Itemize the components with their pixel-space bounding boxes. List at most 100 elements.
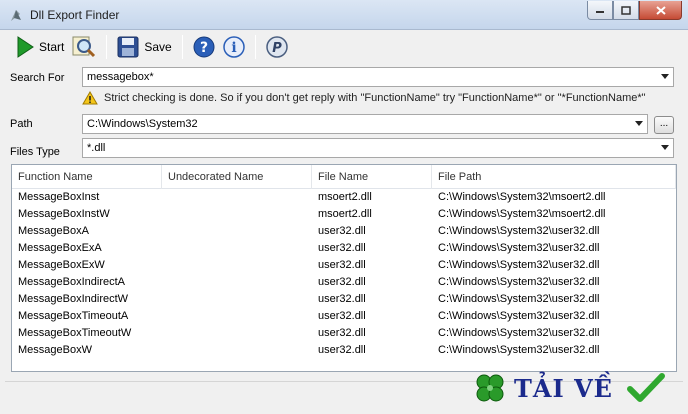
results-table[interactable]: Function Name Undecorated Name File Name… (11, 164, 677, 372)
clover-icon (476, 374, 504, 402)
close-button[interactable] (639, 1, 682, 20)
table-row[interactable]: MessageBoxExA user32.dll C:\Windows\Syst… (12, 240, 676, 257)
start-button[interactable]: Start (12, 33, 68, 61)
table-row[interactable]: MessageBoxA user32.dll C:\Windows\System… (12, 223, 676, 240)
window-title: Dll Export Finder (30, 8, 120, 22)
cell-file-name: msoert2.dll (318, 208, 372, 220)
cell-function-name: MessageBoxInst (18, 191, 100, 203)
play-icon (17, 36, 34, 58)
watermark-text: TẢI VỀ (514, 373, 613, 403)
table-row[interactable]: MessageBoxW user32.dll C:\Windows\System… (12, 342, 676, 359)
search-button[interactable] (68, 33, 100, 61)
table-row[interactable]: MessageBoxTimeoutA user32.dll C:\Windows… (12, 308, 676, 325)
cell-undecorated-name (162, 325, 312, 342)
save-button[interactable]: Save (113, 33, 175, 61)
cell-undecorated-name (162, 257, 312, 274)
cell-file-name: user32.dll (318, 259, 366, 271)
toolbar-separator (106, 35, 108, 59)
table-row[interactable]: MessageBoxTimeoutW user32.dll C:\Windows… (12, 325, 676, 342)
checkmark-icon (626, 373, 665, 402)
toolbar: Start Save ? i P (0, 30, 688, 64)
cell-function-name: MessageBoxIndirectA (18, 276, 125, 288)
table-header: Function Name Undecorated Name File Name… (12, 165, 676, 189)
info-icon: i (222, 36, 245, 58)
column-header-file-name[interactable]: File Name (312, 165, 432, 189)
cell-file-path: C:\Windows\System32\user32.dll (438, 259, 600, 271)
cell-file-path: C:\Windows\System32\user32.dll (438, 310, 600, 322)
path-value: C:\Windows\System32 (87, 118, 198, 130)
warning-text: Strict checking is done. So if you don't… (104, 92, 646, 104)
path-input[interactable]: C:\Windows\System32 (82, 114, 648, 134)
cell-file-name: user32.dll (318, 310, 366, 322)
cell-function-name: MessageBoxW (18, 344, 92, 356)
floppy-icon (117, 36, 139, 58)
browse-button[interactable]: ... (654, 116, 674, 134)
cell-function-name: MessageBoxTimeoutW (18, 327, 132, 339)
table-row[interactable]: MessageBoxInstW msoert2.dll C:\Windows\S… (12, 206, 676, 223)
cell-file-path: C:\Windows\System32\user32.dll (438, 293, 600, 305)
save-label: Save (144, 40, 172, 54)
table-row[interactable]: MessageBoxIndirectA user32.dll C:\Window… (12, 274, 676, 291)
cell-function-name: MessageBoxInstW (18, 208, 110, 220)
maximize-icon (621, 5, 631, 15)
table-row[interactable]: MessageBoxIndirectW user32.dll C:\Window… (12, 291, 676, 308)
start-label: Start (39, 40, 65, 54)
svg-text:?: ? (200, 40, 208, 56)
cell-file-name: user32.dll (318, 293, 366, 305)
toolbar-separator (181, 35, 183, 59)
watermark: TẢI VỀ (472, 368, 684, 408)
cell-function-name: MessageBoxIndirectW (18, 293, 129, 305)
warning-message: Strict checking is done. So if you don't… (82, 91, 646, 105)
svg-text:i: i (231, 40, 236, 56)
app-icon (11, 10, 21, 21)
magnifier-icon (72, 36, 96, 58)
table-row[interactable]: MessageBoxInst msoert2.dll C:\Windows\Sy… (12, 189, 676, 206)
cell-file-path: C:\Windows\System32\msoert2.dll (438, 191, 606, 203)
cell-file-name: user32.dll (318, 225, 366, 237)
svg-text:P: P (272, 41, 282, 56)
cell-function-name: MessageBoxTimeoutA (18, 310, 129, 322)
cell-file-path: C:\Windows\System32\user32.dll (438, 327, 600, 339)
filetype-value: *.dll (87, 142, 106, 154)
minimize-button[interactable] (587, 1, 613, 20)
path-label: Path (10, 118, 33, 130)
chevron-down-icon[interactable] (661, 74, 669, 79)
maximize-button[interactable] (613, 1, 639, 20)
filetype-label: Files Type (10, 146, 60, 158)
search-input[interactable]: messagebox* (82, 67, 674, 87)
filetype-select[interactable]: *.dll (82, 138, 674, 158)
chevron-down-icon[interactable] (635, 121, 643, 126)
chevron-down-icon[interactable] (661, 145, 669, 150)
cell-file-name: user32.dll (318, 276, 366, 288)
cell-undecorated-name (162, 274, 312, 291)
toolbar-separator (254, 35, 256, 59)
cell-function-name: MessageBoxExA (18, 242, 102, 254)
cell-file-path: C:\Windows\System32\msoert2.dll (438, 208, 606, 220)
column-header-undecorated-name[interactable]: Undecorated Name (162, 165, 312, 189)
cell-file-name: user32.dll (318, 327, 366, 339)
cell-undecorated-name (162, 342, 312, 359)
close-icon (655, 5, 666, 15)
help-icon: ? (193, 36, 215, 58)
cell-undecorated-name (162, 291, 312, 308)
column-header-file-path[interactable]: File Path (432, 165, 676, 189)
search-label: Search For (10, 72, 65, 84)
table-row[interactable]: MessageBoxExW user32.dll C:\Windows\Syst… (12, 257, 676, 274)
about-button[interactable]: P (262, 33, 292, 61)
cell-file-name: user32.dll (318, 344, 366, 356)
minimize-icon (596, 11, 604, 13)
cell-undecorated-name (162, 223, 312, 240)
cell-file-name: user32.dll (318, 242, 366, 254)
column-header-function-name[interactable]: Function Name (12, 165, 162, 189)
help-button[interactable]: ? (189, 33, 219, 61)
window-controls (587, 1, 682, 20)
cell-undecorated-name (162, 240, 312, 257)
cell-file-name: msoert2.dll (318, 191, 372, 203)
cell-undecorated-name (162, 206, 312, 223)
cell-function-name: MessageBoxExW (18, 259, 105, 271)
title-bar[interactable]: Dll Export Finder (0, 0, 688, 30)
cell-file-path: C:\Windows\System32\user32.dll (438, 225, 600, 237)
cell-file-path: C:\Windows\System32\user32.dll (438, 344, 600, 356)
cell-file-path: C:\Windows\System32\user32.dll (438, 276, 600, 288)
info-button[interactable]: i (219, 33, 249, 61)
